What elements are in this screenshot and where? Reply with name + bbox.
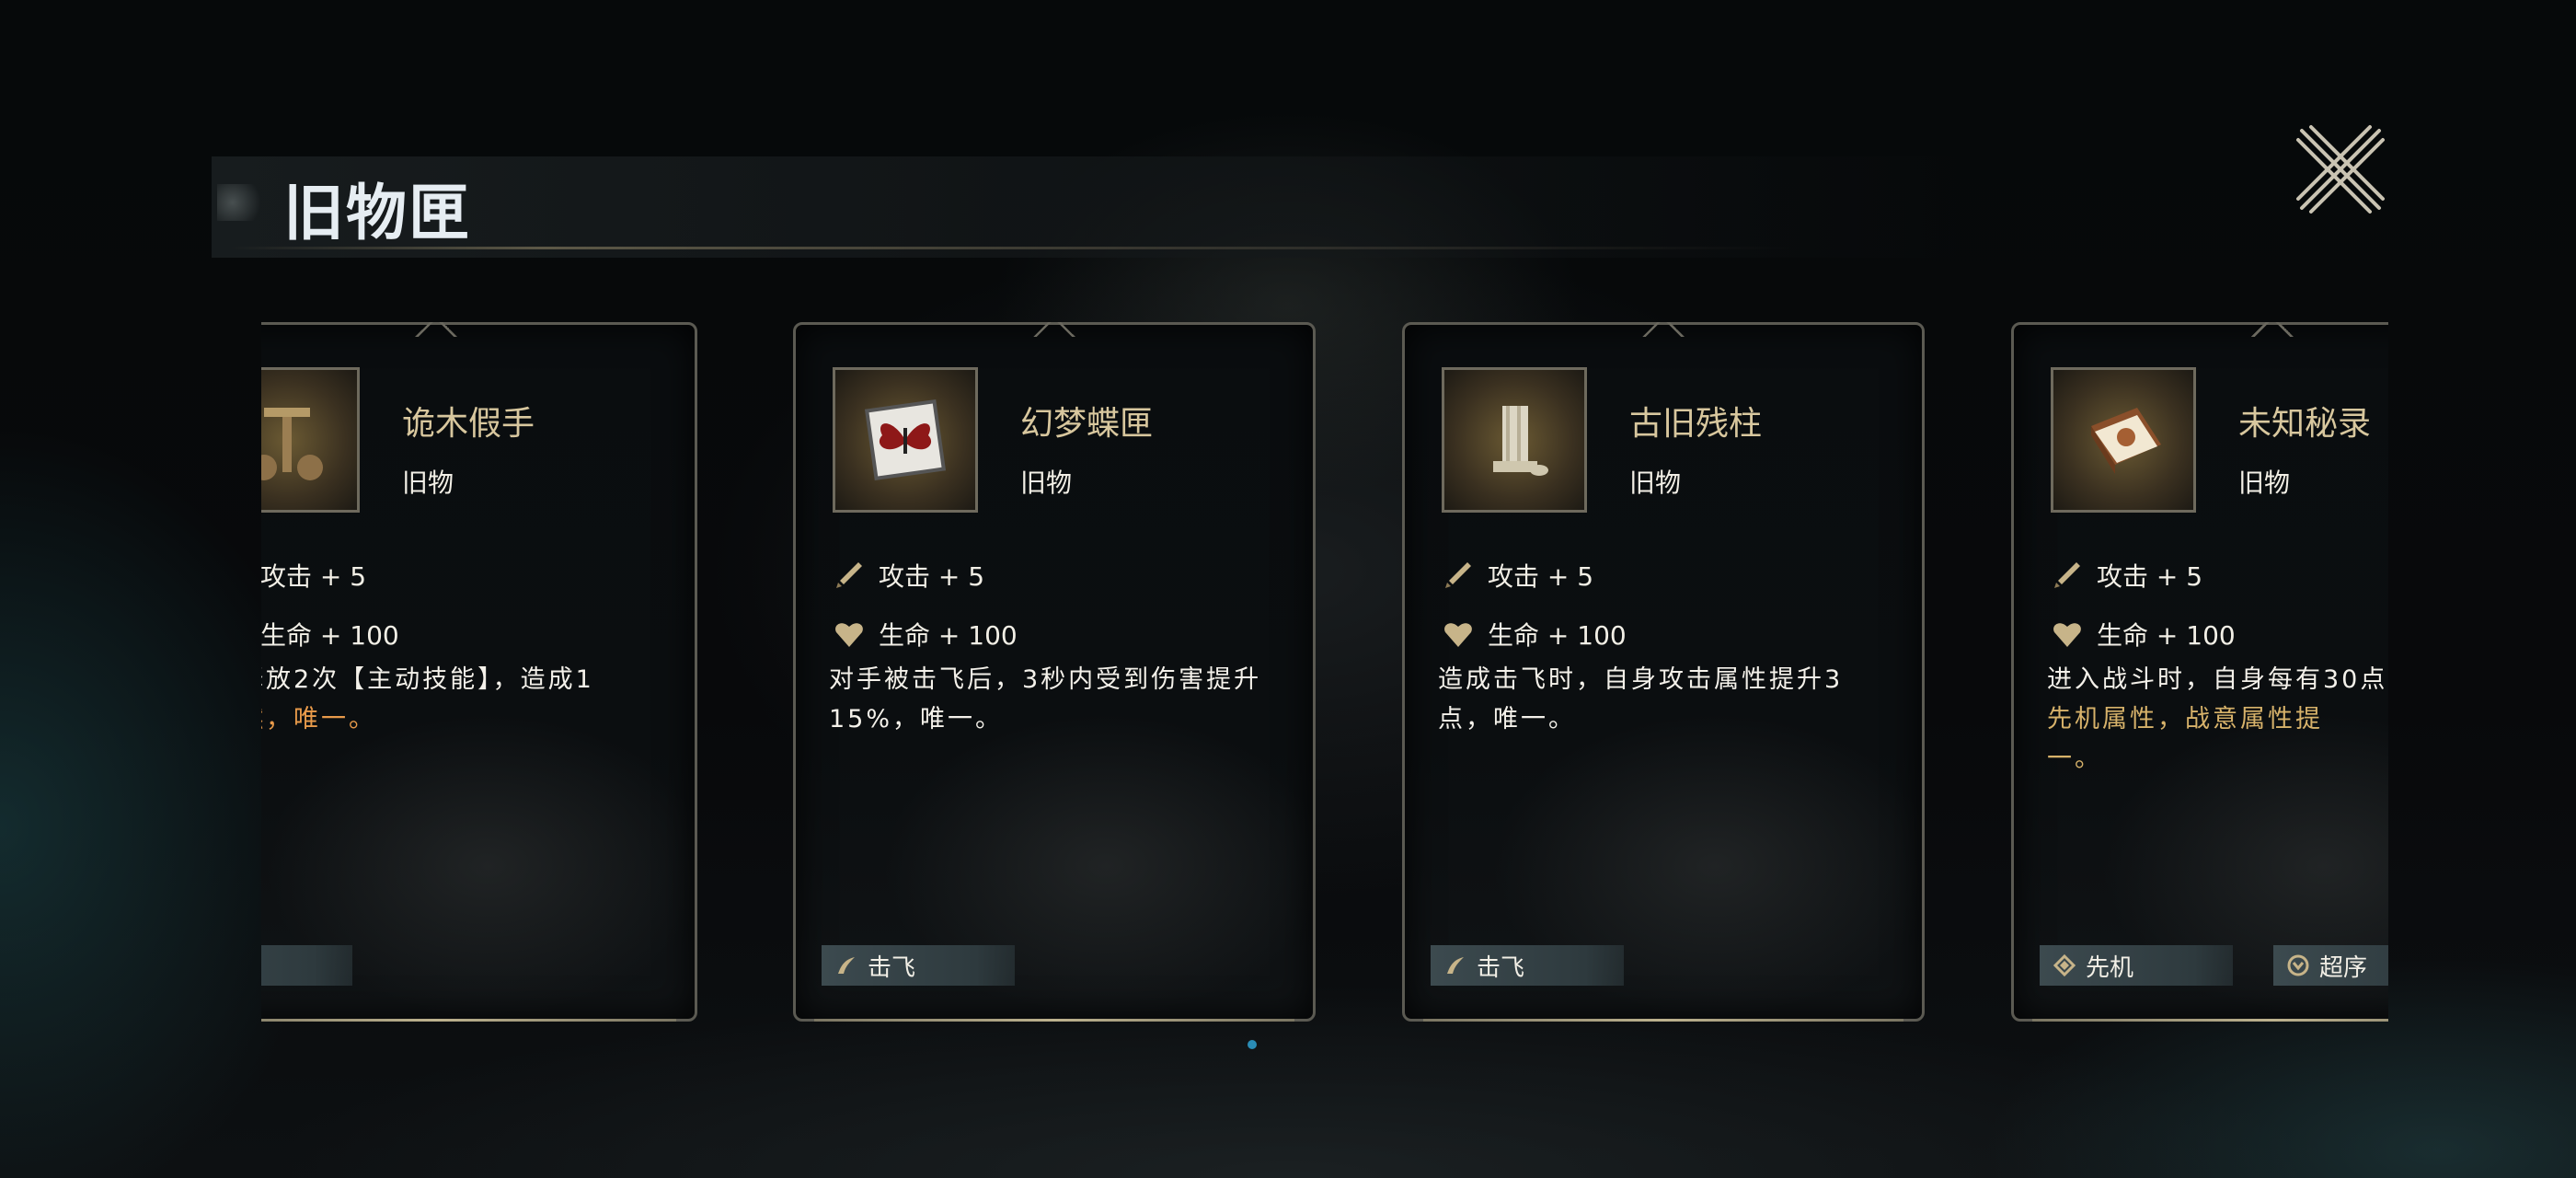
relic-icon-frame [833, 367, 978, 513]
card-bottom-border [814, 1019, 1294, 1022]
stat-label: 生命 + 100 [261, 620, 399, 651]
description-line: 先机属性，战意属性提 [2047, 699, 2388, 739]
card-bottom-border [2032, 1019, 2388, 1022]
stat-health: 生命 + 100 [2051, 616, 2236, 653]
knockup-icon [1447, 957, 1464, 974]
stat-label: 攻击 + 5 [879, 561, 985, 592]
heart-icon [835, 623, 863, 647]
relic-description: 造成击飞时，自身攻击属性提升3 点，唯一。 [1438, 660, 1898, 739]
relic-name: 幻梦蝶匣 [1020, 405, 1154, 443]
stat-label: 攻击 + 5 [261, 561, 367, 592]
header-band [212, 156, 1960, 258]
relic-type: 旧物 [2238, 468, 2291, 498]
relic-name: 诡木假手 [402, 405, 535, 443]
ancient-book-icon [2091, 408, 2161, 474]
relic-card[interactable]: 幻梦蝶匣 旧物 攻击 + 5 生命 + 100 对手被击飞后，3秒内受到伤害提升… [793, 322, 1316, 1022]
close-x-icon [2296, 125, 2385, 214]
keyword-tag[interactable]: 点燃 [261, 945, 352, 986]
description-line: 15%，唯一。 [829, 705, 1004, 733]
relic-icon-frame [1442, 367, 1587, 513]
overdrive-icon [2287, 954, 2309, 976]
close-button[interactable] [2291, 120, 2392, 221]
stat-label: 生命 + 100 [1488, 620, 1627, 651]
relic-card[interactable]: 诡木假手 旧物 攻击 + 5 生命 + 100 每释放2次【主动技能】，造成1 … [261, 322, 697, 1022]
relic-description: 每释放2次【主动技能】，造成1 点燃，唯一。 [261, 660, 671, 739]
stat-attack: 攻击 + 5 [2051, 557, 2202, 594]
relic-description: 进入战斗时，自身每有30点 先机属性，战意属性提 一。 [2047, 660, 2388, 779]
stat-label: 生命 + 100 [2097, 620, 2236, 651]
title-ornament-icon [217, 184, 269, 221]
page-title: 旧物匣 [283, 177, 471, 248]
knockup-icon [838, 957, 855, 974]
stat-label: 生命 + 100 [879, 620, 1018, 651]
stat-health: 生命 + 100 [833, 616, 1018, 653]
description-line: 点，唯一。 [1438, 705, 1576, 733]
initiative-icon [2053, 953, 2076, 977]
card-bottom-border [1423, 1019, 1903, 1022]
keyword-tag[interactable]: 先机 [2040, 945, 2233, 986]
description-line: 一。 [2047, 745, 2102, 773]
keyword-tag-label: 超序 [2319, 953, 2368, 982]
card-bottom-border [261, 1019, 676, 1022]
keyword-tag[interactable]: 击飞 [1431, 945, 1624, 986]
broken-pillar-icon [1493, 406, 1548, 476]
description-line: 点燃，唯一。 [261, 705, 376, 733]
stat-attack: 攻击 + 5 [261, 557, 366, 594]
relic-name: 古旧残柱 [1629, 405, 1763, 443]
keyword-tag-label: 先机 [2086, 953, 2134, 982]
description-line: 进入战斗时，自身每有30点 [2047, 665, 2388, 694]
wooden-hand-icon [261, 408, 323, 480]
stat-health: 生命 + 100 [1442, 616, 1627, 653]
stat-label: 攻击 + 5 [1488, 561, 1594, 592]
description-line: 每释放2次【主动技能】，造成1 [261, 665, 594, 694]
description-keyword-line: 先机属性，战意属性提 [2047, 705, 2323, 733]
keyword-tag-label: 击飞 [1477, 953, 1525, 982]
relic-type: 旧物 [402, 468, 454, 498]
keyword-tag[interactable]: 超序 [2273, 945, 2388, 986]
butterfly-box-icon [864, 398, 947, 481]
relic-card[interactable]: 古旧残柱 旧物 攻击 + 5 生命 + 100 造成击飞时，自身攻击属性提升3 … [1402, 322, 1925, 1022]
heart-icon [1444, 623, 1472, 647]
relic-type: 旧物 [1629, 468, 1682, 498]
sword-icon [836, 562, 862, 588]
relic-description: 对手被击飞后，3秒内受到伤害提升 15%，唯一。 [829, 660, 1289, 739]
relic-type: 旧物 [1020, 468, 1073, 498]
keyword-tag[interactable]: 击飞 [822, 945, 1015, 986]
relic-card[interactable]: 未知秘录 旧物 攻击 + 5 生命 + 100 进入战斗时，自身每有30点 先机… [2011, 322, 2388, 1022]
relic-name: 未知秘录 [2238, 405, 2372, 443]
page-indicator-dot[interactable] [1248, 1040, 1257, 1049]
description-line: 对手被击飞后，3秒内受到伤害提升 [829, 665, 1262, 694]
relic-icon-frame [2051, 367, 2196, 513]
description-line: 造成击飞时，自身攻击属性提升3 [1438, 665, 1844, 694]
sword-icon [2054, 562, 2080, 588]
stat-attack: 攻击 + 5 [1442, 557, 1593, 594]
stat-attack: 攻击 + 5 [833, 557, 984, 594]
relic-icon-frame [261, 367, 360, 513]
stat-label: 攻击 + 5 [2097, 561, 2203, 592]
heart-icon [2053, 623, 2081, 647]
relic-card-carousel[interactable]: 诡木假手 旧物 攻击 + 5 生命 + 100 每释放2次【主动技能】，造成1 … [261, 322, 2388, 1040]
sword-icon [1445, 562, 1471, 588]
keyword-tag-label: 击飞 [868, 953, 916, 982]
stat-health: 生命 + 100 [261, 616, 399, 653]
